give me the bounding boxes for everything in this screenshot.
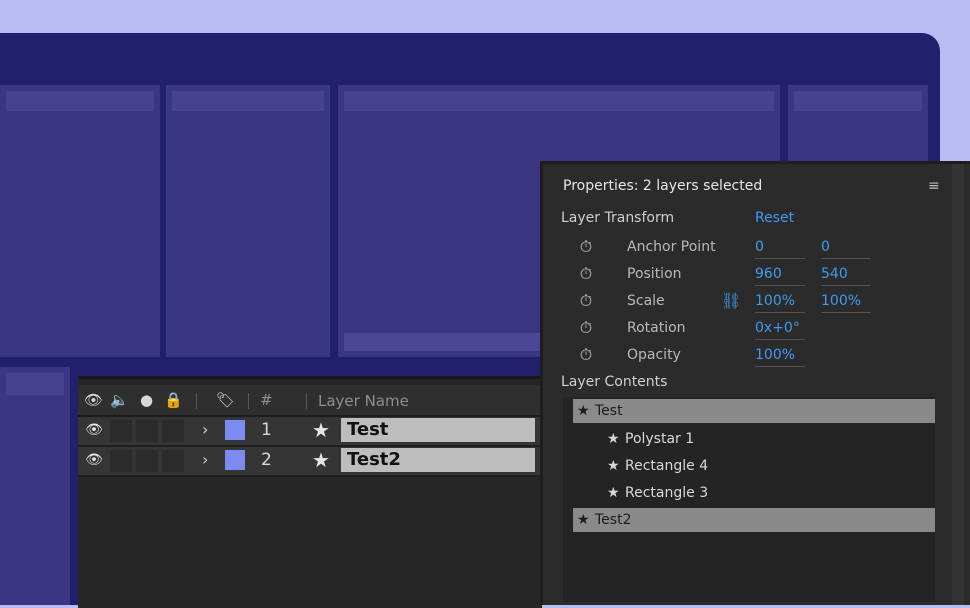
layer-name[interactable]: Test2 <box>341 448 535 472</box>
list-item[interactable]: ★ Polystar 1 <box>603 427 694 451</box>
star-icon: ★ <box>577 512 590 528</box>
speaker-icon[interactable]: 🔈 <box>110 391 129 409</box>
stopwatch-icon[interactable]: ⏱ <box>577 292 595 310</box>
opacity-value[interactable]: 100% <box>755 347 805 367</box>
prop-anchor-point: ⏱ Anchor Point 0 0 <box>543 236 963 262</box>
scrollbar[interactable] <box>952 164 964 605</box>
timeline-panel: 👁 🔈 ● 🔒 🏷 # Layer Name 👁 › 1 ★ Test 👁 › … <box>78 376 542 608</box>
star-icon: ★ <box>577 403 590 419</box>
layer-name[interactable]: Test <box>341 418 535 442</box>
list-item[interactable]: ★ Rectangle 4 <box>603 454 708 478</box>
scale-x-value[interactable]: 100% <box>755 293 805 313</box>
position-x-value[interactable]: 960 <box>755 266 805 286</box>
stopwatch-icon[interactable]: ⏱ <box>577 319 595 337</box>
label-color-swatch[interactable] <box>225 450 245 470</box>
eye-icon[interactable]: 👁 <box>84 391 103 409</box>
link-icon[interactable]: ⛓ <box>721 291 741 310</box>
stopwatch-icon[interactable]: ⏱ <box>577 238 595 256</box>
solo-dot-icon[interactable]: ● <box>140 391 153 409</box>
layer-number: 1 <box>261 420 272 440</box>
star-icon: ★ <box>607 431 620 447</box>
tag-icon[interactable]: 🏷 <box>216 391 235 409</box>
prop-label: Opacity <box>627 347 681 363</box>
timeline-header: 👁 🔈 ● 🔒 🏷 # Layer Name <box>78 385 542 417</box>
star-icon: ★ <box>607 458 620 474</box>
eye-icon[interactable]: 👁 <box>84 452 104 470</box>
layer-row[interactable]: 👁 › 2 ★ Test2 <box>78 447 542 477</box>
star-icon: ★ <box>312 418 330 442</box>
list-item[interactable]: ★ Rectangle 3 <box>603 481 708 505</box>
prop-label: Anchor Point <box>627 239 716 255</box>
panel-block <box>166 85 330 357</box>
layer-name-column-header[interactable]: Layer Name <box>318 392 409 410</box>
audio-toggle[interactable] <box>110 450 132 472</box>
stopwatch-icon[interactable]: ⏱ <box>577 346 595 364</box>
label-color-swatch[interactable] <box>225 420 245 440</box>
lock-toggle[interactable] <box>162 420 184 442</box>
prop-scale: ⏱ Scale ⛓ 100% 100% <box>543 290 963 316</box>
list-item[interactable]: ★ Test <box>573 399 935 423</box>
stopwatch-icon[interactable]: ⏱ <box>577 265 595 283</box>
reset-button[interactable]: Reset <box>755 210 794 226</box>
position-y-value[interactable]: 540 <box>821 266 871 286</box>
solo-toggle[interactable] <box>136 450 158 472</box>
prop-label: Position <box>627 266 682 282</box>
lock-toggle[interactable] <box>162 450 184 472</box>
rotation-value[interactable]: 0x+0° <box>755 320 805 340</box>
anchor-y-value[interactable]: 0 <box>821 239 871 259</box>
properties-panel: Properties: 2 layers selected ≡ Layer Tr… <box>540 161 970 605</box>
hamburger-menu-icon[interactable]: ≡ <box>928 178 940 194</box>
list-item[interactable]: ★ Test2 <box>573 508 935 532</box>
panel-title: Properties: 2 layers selected <box>563 178 763 194</box>
layer-contents-heading: Layer Contents <box>561 374 668 390</box>
scale-y-value[interactable]: 100% <box>821 293 871 313</box>
prop-label: Rotation <box>627 320 686 336</box>
prop-opacity: ⏱ Opacity 100% <box>543 344 963 370</box>
prop-rotation: ⏱ Rotation 0x+0° <box>543 317 963 343</box>
layer-contents-list: ★ Test ★ Polystar 1 ★ Rectangle 4 ★ Rectangl… <box>563 397 935 602</box>
layer-row[interactable]: 👁 › 1 ★ Test <box>78 417 542 447</box>
eye-icon[interactable]: 👁 <box>84 422 104 440</box>
number-column-header: # <box>260 391 273 409</box>
panel-block <box>0 85 160 357</box>
panel-block <box>0 367 70 605</box>
star-icon: ★ <box>607 485 620 501</box>
lock-icon[interactable]: 🔒 <box>164 391 183 409</box>
layer-transform-heading: Layer Transform <box>561 210 675 226</box>
chevron-right-icon[interactable]: › <box>202 450 208 469</box>
prop-position: ⏱ Position 960 540 <box>543 263 963 289</box>
prop-label: Scale <box>627 293 665 309</box>
chevron-right-icon[interactable]: › <box>202 420 208 439</box>
solo-toggle[interactable] <box>136 420 158 442</box>
audio-toggle[interactable] <box>110 420 132 442</box>
layer-number: 2 <box>261 450 272 470</box>
star-icon: ★ <box>312 448 330 472</box>
anchor-x-value[interactable]: 0 <box>755 239 805 259</box>
